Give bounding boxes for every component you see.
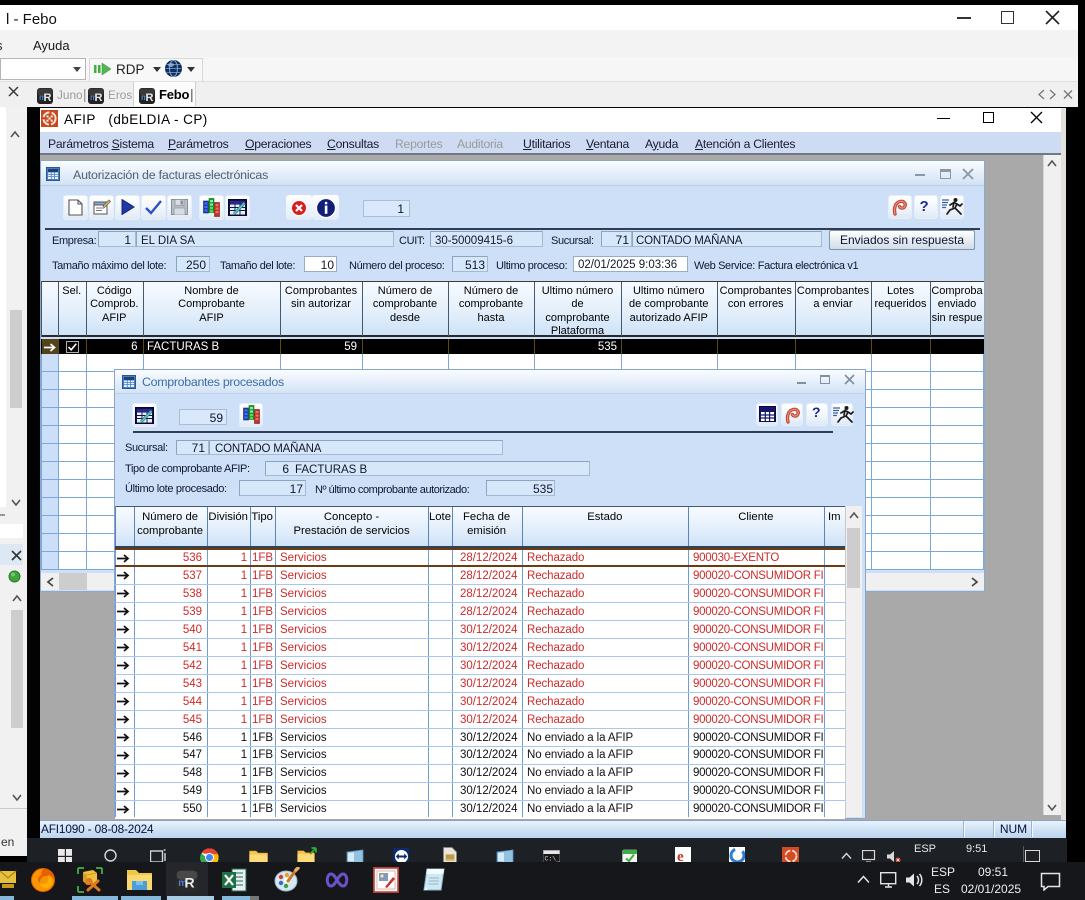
svg-text:R: R bbox=[185, 875, 195, 891]
svg-text:R: R bbox=[44, 92, 52, 104]
svg-text:e: e bbox=[677, 849, 684, 863]
svg-text:R: R bbox=[95, 92, 103, 104]
svg-text:R: R bbox=[146, 92, 154, 104]
